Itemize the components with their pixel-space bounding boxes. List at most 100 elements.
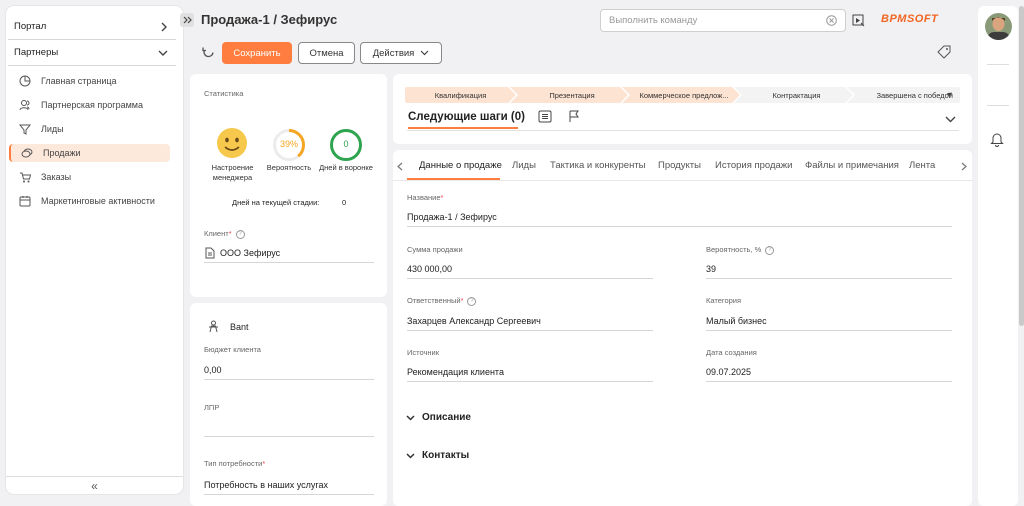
need-value[interactable]: Потребность в наших услугах bbox=[204, 480, 328, 490]
divider bbox=[706, 330, 952, 331]
category-value[interactable]: Малый бизнес bbox=[706, 316, 767, 326]
next-steps-underline bbox=[408, 127, 518, 129]
play-icon[interactable] bbox=[852, 14, 865, 27]
cancel-button[interactable]: Отмена bbox=[298, 42, 355, 64]
tab-leads[interactable]: Лиды bbox=[512, 160, 536, 171]
chevron-down-icon[interactable] bbox=[945, 116, 956, 123]
sidebar-section-partners[interactable]: Партнеры bbox=[8, 40, 176, 66]
lpr-input-underline[interactable] bbox=[204, 436, 374, 437]
tab-tactics[interactable]: Тактика и конкуренты bbox=[550, 160, 646, 171]
sidebar-item-orders[interactable]: Заказы bbox=[9, 168, 170, 186]
sidebar-item-marketing[interactable]: Маркетинговые активности bbox=[9, 192, 170, 210]
sidebar-item-label: Партнерская программа bbox=[41, 100, 143, 110]
divider bbox=[204, 262, 374, 263]
tab-history[interactable]: История продажи bbox=[715, 160, 792, 171]
command-input[interactable]: Выполнить команду bbox=[600, 9, 846, 32]
coins-icon bbox=[21, 148, 33, 158]
divider bbox=[407, 278, 653, 279]
right-rail bbox=[978, 6, 1018, 506]
contacts-section[interactable]: Контакты bbox=[406, 450, 469, 461]
description-label: Описание bbox=[422, 412, 471, 423]
help-icon[interactable]: ? bbox=[235, 229, 245, 239]
chevron-down-icon bbox=[420, 50, 429, 56]
budget-value[interactable]: 0,00 bbox=[204, 365, 222, 375]
save-button[interactable]: Сохранить bbox=[222, 42, 292, 64]
tag-icon[interactable] bbox=[937, 45, 951, 59]
stage-proposal[interactable]: Коммерческое предлож... bbox=[628, 87, 740, 103]
sidebar-item-label: Продажи bbox=[43, 148, 81, 158]
name-value[interactable]: Продажа-1 / Зефирус bbox=[407, 212, 497, 222]
actions-label: Действия bbox=[372, 47, 415, 59]
stage-presentation[interactable]: Презентация bbox=[516, 87, 628, 103]
created-value[interactable]: 09.07.2025 bbox=[706, 367, 751, 377]
divider bbox=[407, 130, 959, 131]
help-icon[interactable]: ? bbox=[467, 296, 477, 306]
flag-icon[interactable] bbox=[568, 110, 580, 123]
document-icon bbox=[205, 247, 215, 259]
chevron-left-icon[interactable] bbox=[397, 162, 403, 171]
divider bbox=[987, 64, 1009, 65]
amount-label: Сумма продажи bbox=[407, 245, 463, 254]
scrollbar[interactable] bbox=[1019, 6, 1024, 326]
actions-button[interactable]: Действия bbox=[360, 42, 442, 64]
tab-feed[interactable]: Лента bbox=[909, 160, 935, 171]
mood-label: Настроение менеджера bbox=[211, 163, 254, 182]
description-section[interactable]: Описание bbox=[406, 412, 471, 423]
divider bbox=[407, 330, 653, 331]
owner-label-text: Ответственный bbox=[407, 296, 461, 305]
sidebar-item-partner-program[interactable]: Партнерская программа bbox=[9, 96, 170, 114]
amount-value[interactable]: 430 000,00 bbox=[407, 264, 452, 274]
stage-contracting[interactable]: Контрактация bbox=[740, 87, 853, 103]
lpr-label: ЛПР bbox=[204, 403, 220, 412]
next-steps-title[interactable]: Следующие шаги (0) bbox=[408, 111, 525, 123]
sidebar-item-label: Главная страница bbox=[41, 76, 117, 86]
chevron-down-icon bbox=[406, 414, 415, 421]
sidebar-item-label: Маркетинговые активности bbox=[41, 196, 155, 206]
calendar-icon bbox=[19, 196, 31, 207]
pie-chart-icon bbox=[19, 75, 31, 87]
logo: BPMSOFT bbox=[881, 13, 939, 25]
prob-value[interactable]: 39 bbox=[706, 264, 716, 274]
need-label-text: Тип потребности bbox=[204, 459, 263, 468]
tab-products[interactable]: Продукты bbox=[658, 160, 701, 171]
sidebar-item-leads[interactable]: Лиды bbox=[9, 120, 170, 138]
avatar[interactable] bbox=[985, 13, 1012, 40]
days-stage-value: 0 bbox=[342, 198, 347, 207]
stage-won[interactable]: Завершена с победой bbox=[853, 87, 953, 103]
sidebar-section-label: Партнеры bbox=[14, 47, 59, 58]
sidebar-item-home[interactable]: Главная страница bbox=[9, 72, 170, 90]
tab-sale-data[interactable]: Данные о продаже bbox=[419, 160, 502, 171]
caret-down-icon[interactable] bbox=[947, 93, 952, 97]
sidebar-item-sales[interactable]: Продажи bbox=[9, 144, 170, 162]
list-icon[interactable] bbox=[538, 110, 552, 123]
sidebar-item-label: Заказы bbox=[41, 172, 72, 182]
chevron-right-icon bbox=[161, 22, 167, 31]
expand-menu-button[interactable] bbox=[180, 13, 194, 27]
divider bbox=[706, 381, 952, 382]
stage-qualification[interactable]: Квалификация bbox=[405, 87, 516, 103]
chevron-right-icon[interactable] bbox=[961, 162, 967, 171]
source-value[interactable]: Рекомендация клиента bbox=[407, 367, 504, 377]
person-icon bbox=[209, 320, 218, 333]
clear-icon[interactable] bbox=[826, 15, 837, 26]
divider bbox=[393, 180, 972, 181]
prob-label-text: Вероятность, % bbox=[706, 245, 762, 254]
collapse-icon: « bbox=[91, 478, 98, 493]
client-field-label: Клиент*? bbox=[204, 229, 245, 239]
sidebar-section-label: Портал bbox=[14, 21, 47, 32]
owner-value[interactable]: Захарцев Александр Сергеевич bbox=[407, 316, 541, 326]
cart-icon bbox=[20, 172, 31, 183]
bell-icon[interactable] bbox=[990, 132, 1004, 147]
contacts-label: Контакты bbox=[422, 450, 470, 461]
tab-files[interactable]: Файлы и примечания bbox=[805, 160, 899, 171]
funnel-icon bbox=[19, 124, 31, 135]
people-icon bbox=[19, 100, 30, 111]
client-value[interactable]: ООО Зефирус bbox=[220, 248, 280, 258]
days-label: Дней в воронке bbox=[319, 163, 373, 172]
stages-panel bbox=[393, 74, 972, 144]
help-icon[interactable]: ? bbox=[765, 245, 775, 255]
refresh-icon[interactable] bbox=[202, 46, 215, 59]
divider bbox=[204, 494, 374, 495]
sidebar-section-portal[interactable]: Портал bbox=[8, 14, 176, 40]
collapse-sidebar-button[interactable]: « bbox=[6, 476, 183, 494]
